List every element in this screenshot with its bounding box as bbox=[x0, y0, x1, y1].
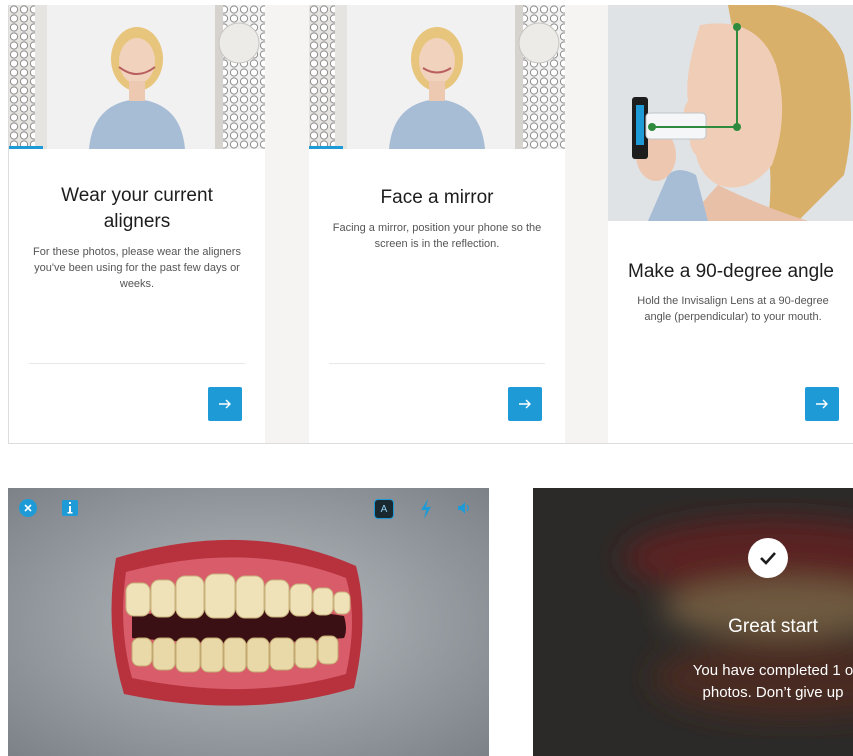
card-photo-lens-profile bbox=[608, 5, 853, 221]
auto-mode-icon[interactable]: A bbox=[374, 499, 394, 519]
camera-preview-teeth bbox=[8, 488, 489, 756]
success-title: Great start bbox=[728, 616, 818, 637]
success-screen: Great start You have completed 1 o photo… bbox=[533, 488, 853, 756]
info-icon[interactable] bbox=[62, 500, 78, 516]
camera-viewfinder[interactable]: A bbox=[8, 488, 489, 756]
progress-indicator bbox=[309, 146, 343, 149]
card-description: Facing a mirror, position your phone so … bbox=[332, 222, 542, 250]
auto-mode-label: A bbox=[380, 503, 388, 515]
card-title: Face a mirror bbox=[380, 187, 494, 208]
onboarding-card-aligners: Wear your current aligners For these pho… bbox=[9, 5, 265, 443]
card-title: Make a 90-degree angle bbox=[628, 261, 834, 282]
card-photo-woman-mirror bbox=[309, 5, 565, 149]
arrow-right-icon bbox=[519, 399, 531, 409]
onboarding-strip: Wear your current aligners For these pho… bbox=[8, 5, 853, 444]
card-description: Hold the Invisalign Lens at a 90-degree … bbox=[637, 295, 829, 323]
card-description: For these photos, please wear the aligne… bbox=[33, 246, 241, 290]
arrow-right-icon bbox=[816, 399, 828, 409]
checkmark-icon bbox=[748, 538, 788, 578]
flash-icon[interactable] bbox=[418, 498, 434, 520]
next-button[interactable] bbox=[508, 387, 542, 421]
card-divider bbox=[29, 363, 245, 364]
onboarding-card-angle: Make a 90-degree angle Hold the Invisali… bbox=[608, 5, 853, 443]
progress-indicator bbox=[9, 146, 43, 149]
sound-icon[interactable] bbox=[456, 500, 472, 516]
onboarding-card-mirror: Face a mirror Facing a mirror, position … bbox=[309, 5, 565, 443]
success-message: You have completed 1 o photos. Don’t giv… bbox=[692, 662, 853, 701]
next-button[interactable] bbox=[208, 387, 242, 421]
card-photo-woman-smiling bbox=[9, 5, 265, 149]
arrow-right-icon bbox=[219, 399, 231, 409]
card-divider bbox=[329, 363, 545, 364]
card-title: Wear your current aligners bbox=[61, 185, 213, 232]
close-icon[interactable] bbox=[19, 499, 37, 517]
next-button[interactable] bbox=[805, 387, 839, 421]
